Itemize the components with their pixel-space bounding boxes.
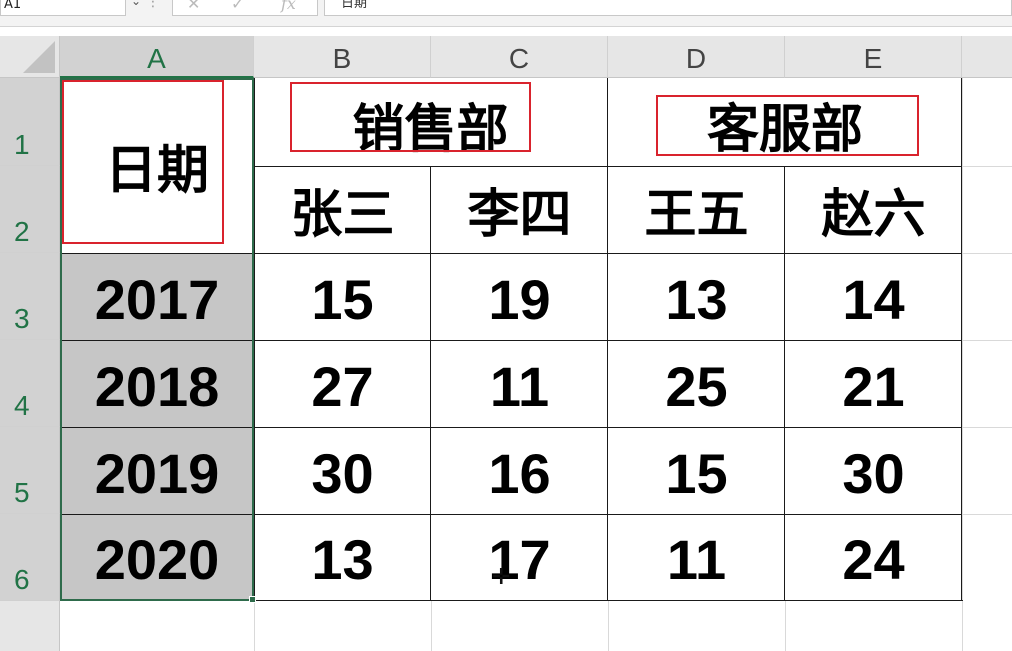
row-header-label: 6	[14, 564, 30, 595]
spreadsheet-grid: A B C D E 1 2 3 4 5 6 日期 销售部 客服部 张三 李四 王…	[0, 0, 1012, 651]
row-header-label: 3	[14, 303, 30, 334]
row-header-label: 5	[14, 477, 30, 508]
cell-d2[interactable]: 王五	[608, 166, 785, 253]
cell-c6[interactable]: 17	[431, 516, 608, 603]
cell-e2[interactable]: 赵六	[785, 166, 962, 253]
cell-e4[interactable]: 21	[785, 343, 962, 430]
gridline	[962, 514, 1012, 515]
cell-b2[interactable]: 张三	[254, 166, 431, 253]
column-header-d[interactable]: D	[608, 36, 785, 78]
row-header-6[interactable]: 6	[0, 514, 60, 601]
cell-c2[interactable]: 李四	[431, 166, 608, 253]
row-header-2[interactable]: 2	[0, 166, 60, 253]
column-header-f[interactable]	[962, 36, 1012, 78]
row-header-4[interactable]: 4	[0, 340, 60, 427]
fill-handle[interactable]	[249, 596, 256, 603]
cell-c3[interactable]: 19	[431, 256, 608, 343]
gridline	[962, 340, 1012, 341]
row-header-1[interactable]: 1	[0, 78, 60, 166]
row-header-label: 4	[14, 390, 30, 421]
cell-e5[interactable]: 30	[785, 430, 962, 517]
cell-e3[interactable]: 14	[785, 256, 962, 343]
cell-d1[interactable]: 客服部	[608, 82, 962, 166]
gridline	[254, 601, 255, 651]
row-header-3[interactable]: 3	[0, 253, 60, 340]
row-header-5[interactable]: 5	[0, 427, 60, 514]
row-header-label: 1	[14, 129, 30, 160]
gridline	[962, 427, 1012, 428]
cell-b4[interactable]: 27	[254, 343, 431, 430]
select-all-triangle-icon	[23, 41, 55, 73]
row-header-7[interactable]	[0, 601, 60, 651]
selection-outline	[60, 78, 254, 601]
cell-b5[interactable]: 30	[254, 430, 431, 517]
cell-b1[interactable]: 销售部	[254, 82, 607, 166]
column-header-c[interactable]: C	[431, 36, 608, 78]
gridline	[962, 166, 1012, 167]
crosshair-cursor-icon: ✛	[492, 565, 511, 590]
column-header-e[interactable]: E	[785, 36, 962, 78]
gridline	[431, 601, 432, 651]
cell-d6[interactable]: 11	[608, 516, 785, 603]
row-header-label: 2	[14, 216, 30, 247]
select-all-button[interactable]	[0, 36, 60, 78]
cell-d4[interactable]: 25	[608, 343, 785, 430]
cell-d3[interactable]: 13	[608, 256, 785, 343]
gridline	[962, 253, 1012, 254]
gridline	[785, 601, 786, 651]
cell-d5[interactable]: 15	[608, 430, 785, 517]
cell-c5[interactable]: 16	[431, 430, 608, 517]
column-header-b[interactable]: B	[254, 36, 431, 78]
gridline	[608, 601, 609, 651]
cell-b6[interactable]: 13	[254, 516, 431, 603]
cell-c4[interactable]: 11	[431, 343, 608, 430]
column-header-a[interactable]: A	[60, 36, 254, 78]
gridline	[962, 78, 963, 651]
cell-e6[interactable]: 24	[785, 516, 962, 603]
cell-b3[interactable]: 15	[254, 256, 431, 343]
